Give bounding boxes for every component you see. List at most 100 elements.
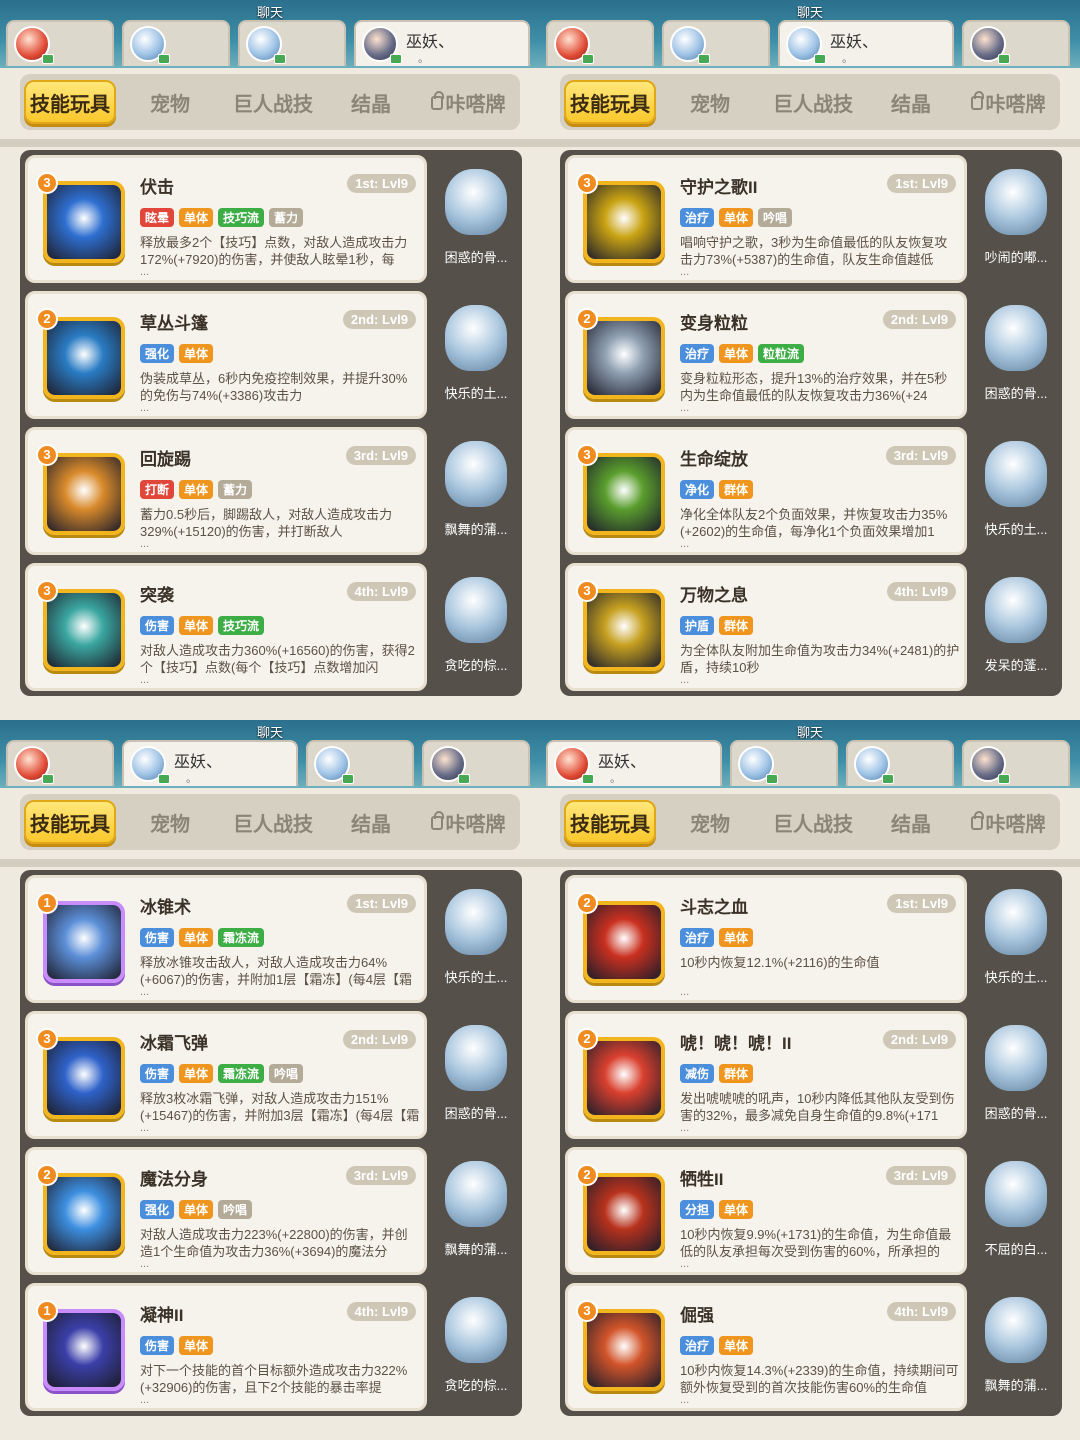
avatar-tab[interactable]: 巫妖、。 bbox=[778, 20, 954, 66]
tab-0[interactable]: 技能玩具 bbox=[564, 80, 656, 124]
tab-label: 结晶 bbox=[351, 93, 391, 116]
skill-card[interactable]: 3 万物之息 4th: Lvl9 护盾 群体 为全体队友附加生命值为攻击力34%(+248… bbox=[565, 563, 967, 691]
more-ellipsis: ... bbox=[140, 1122, 150, 1134]
pet-slot[interactable]: 困惑的骨... bbox=[432, 1011, 518, 1139]
skill-icon[interactable] bbox=[43, 1173, 125, 1255]
skill-icon[interactable] bbox=[583, 1309, 665, 1391]
skill-icon[interactable] bbox=[43, 1037, 125, 1119]
skill-card[interactable]: UP2 牺牲II 3rd: Lvl9 分担单体 10秒内恢复9.9%(+1731)的生命… bbox=[565, 1147, 967, 1275]
tab-2[interactable]: 巨人战技 bbox=[764, 80, 862, 124]
avatar-tab[interactable] bbox=[306, 740, 414, 786]
tab-1[interactable]: 宠物 bbox=[656, 80, 764, 124]
skill-card[interactable]: UP3 守护之歌II 1st: Lvl9 治疗单体吟唱唱响守护之歌，3秒为生命值最低的… bbox=[565, 155, 967, 283]
chat-label[interactable]: 聊天 bbox=[0, 2, 540, 21]
skill-tag: 单体 bbox=[179, 1200, 214, 1219]
pet-slot[interactable]: 快乐的土... bbox=[432, 875, 518, 1003]
pet-slot[interactable]: 飘舞的蒲... bbox=[972, 1283, 1058, 1411]
pet-slot[interactable]: 飘舞的蒲... bbox=[432, 1147, 518, 1275]
level-badge: 3 bbox=[576, 172, 598, 194]
skill-card[interactable]: 2 草丛斗篷 2nd: Lvl9 强化 单体 伪装成草丛，6秒内免疫控制效果，并提升30%… bbox=[25, 291, 427, 419]
skill-card[interactable]: 2 斗志之血 1st: Lvl9 治疗 单体 10秒内恢复12.1%(+2116)的生命值… bbox=[565, 875, 967, 1003]
skill-tag: 治疗 bbox=[680, 344, 715, 363]
skill-card[interactable]: 3 伏击 1st: Lvl9 眩晕 单体 技巧流 蓄力 释放最多2个【技巧】点数，对敌人造成攻… bbox=[25, 155, 427, 283]
skill-card[interactable]: 2 变身粒粒 2nd: Lvl9 治疗 单体 粒粒流 变身粒粒形态，提升13%的治疗效果，并… bbox=[565, 291, 967, 419]
skill-icon[interactable] bbox=[43, 181, 125, 263]
tab-3[interactable]: 结晶 bbox=[862, 80, 960, 124]
pet-slot[interactable]: 困惑的骨... bbox=[432, 155, 518, 283]
tab-2[interactable]: 巨人战技 bbox=[224, 80, 322, 124]
avatar-tab[interactable] bbox=[422, 740, 530, 786]
chat-label[interactable]: 聊天 bbox=[0, 722, 540, 741]
pet-icon bbox=[445, 441, 507, 507]
skill-icon[interactable] bbox=[583, 453, 665, 535]
chat-label[interactable]: 聊天 bbox=[540, 722, 1080, 741]
skill-card[interactable]: 3 倔强 4th: Lvl9 治疗 单体 10秒内恢复14.3%(+2339)的生命值，持… bbox=[565, 1283, 967, 1411]
tab-1[interactable]: 宠物 bbox=[116, 80, 224, 124]
avatar-tab[interactable]: 巫妖、。 bbox=[546, 740, 722, 786]
skill-icon[interactable] bbox=[43, 317, 125, 399]
pet-slot[interactable]: 贪吃的棕... bbox=[432, 1283, 518, 1411]
skill-card[interactable]: 3 突袭 4th: Lvl9 伤害 单体 技巧流 对敌人造成攻击力360%(+16560)的… bbox=[25, 563, 427, 691]
avatar-tabs: 巫妖、。 bbox=[546, 20, 1070, 68]
avatar-tab[interactable] bbox=[238, 20, 346, 66]
skill-card[interactable]: UP1 凝神II 4th: Lvl9 伤害单体对下一个技能的首个目标额外造成攻击力32… bbox=[25, 1283, 427, 1411]
tab-0[interactable]: 技能玩具 bbox=[24, 80, 116, 124]
skill-list: 1 冰锥术 1st: Lvl9 伤害 单体 霜冻流 释放冰锥攻击敌人，对敌人造成攻击力64%… bbox=[20, 870, 522, 1416]
skill-icon[interactable] bbox=[583, 317, 665, 399]
avatar-tab[interactable] bbox=[6, 740, 114, 786]
tab-1[interactable]: 宠物 bbox=[116, 800, 224, 844]
skill-icon[interactable]: UP bbox=[583, 1173, 665, 1255]
skill-icon[interactable]: UP bbox=[583, 1037, 665, 1119]
skill-icon[interactable] bbox=[583, 901, 665, 983]
skill-card[interactable]: 2 魔法分身 3rd: Lvl9 强化 单体 吟唱 对敌人造成攻击力223%(+22800)… bbox=[25, 1147, 427, 1275]
skill-list: 3 伏击 1st: Lvl9 眩晕 单体 技巧流 蓄力 释放最多2个【技巧】点数，对敌人造成攻… bbox=[20, 150, 522, 696]
tab-2[interactable]: 巨人战技 bbox=[764, 800, 862, 844]
skill-card[interactable]: 1 冰锥术 1st: Lvl9 伤害 单体 霜冻流 释放冰锥攻击敌人，对敌人造成攻击力64%… bbox=[25, 875, 427, 1003]
pet-slot[interactable]: 飘舞的蒲... bbox=[432, 427, 518, 555]
pet-slot[interactable]: 发呆的蓬... bbox=[972, 563, 1058, 691]
skill-icon[interactable] bbox=[43, 901, 125, 983]
skill-rank: 2nd: Lvl9 bbox=[882, 310, 956, 329]
tab-4[interactable]: 咔嗒牌 bbox=[960, 80, 1056, 124]
pet-slot[interactable]: 不屈的白... bbox=[972, 1147, 1058, 1275]
pet-slot[interactable]: 快乐的土... bbox=[972, 875, 1058, 1003]
pet-name: 发呆的蓬... bbox=[984, 658, 1048, 673]
tab-0[interactable]: 技能玩具 bbox=[24, 800, 116, 844]
avatar-tab[interactable]: 巫妖、。 bbox=[122, 740, 298, 786]
skill-icon[interactable]: UP bbox=[583, 181, 665, 263]
tab-bar: 技能玩具 宠物 巨人战技 结晶 咔嗒牌 bbox=[20, 74, 520, 130]
skill-card[interactable]: 3 回旋踢 3rd: Lvl9 打断 单体 蓄力 蓄力0.5秒后，脚踢敌人，对敌人造成攻击力… bbox=[25, 427, 427, 555]
skill-card[interactable]: UP2 唬！唬！唬！II 2nd: Lvl9 减伤群体发出唬唬唬的吼声，10秒内降低其… bbox=[565, 1011, 967, 1139]
avatar-tab[interactable] bbox=[846, 740, 954, 786]
chat-label[interactable]: 聊天 bbox=[540, 2, 1080, 21]
avatar-tab[interactable] bbox=[962, 20, 1070, 66]
tab-3[interactable]: 结晶 bbox=[322, 80, 420, 124]
tab-1[interactable]: 宠物 bbox=[656, 800, 764, 844]
skill-card[interactable]: 3 生命绽放 3rd: Lvl9 净化 群体 净化全体队友2个负面效果，并恢复攻击力35%… bbox=[565, 427, 967, 555]
tab-0[interactable]: 技能玩具 bbox=[564, 800, 656, 844]
avatar-tab[interactable] bbox=[546, 20, 654, 66]
pet-slot[interactable]: 吵闹的嘟... bbox=[972, 155, 1058, 283]
pet-slot[interactable]: 贪吃的棕... bbox=[432, 563, 518, 691]
avatar-tab[interactable]: 巫妖、。 bbox=[354, 20, 530, 66]
avatar-tab[interactable] bbox=[6, 20, 114, 66]
skill-card[interactable]: 3 冰霜飞弹 2nd: Lvl9 伤害 单体 霜冻流 吟唱 释放3枚冰霜飞弹，对敌人造成攻击力… bbox=[25, 1011, 427, 1139]
skill-icon[interactable] bbox=[583, 589, 665, 671]
tab-4[interactable]: 咔嗒牌 bbox=[420, 800, 516, 844]
avatar-tab[interactable] bbox=[662, 20, 770, 66]
pet-slot[interactable]: 快乐的土... bbox=[972, 427, 1058, 555]
avatar-tab[interactable] bbox=[122, 20, 230, 66]
tab-4[interactable]: 咔嗒牌 bbox=[960, 800, 1056, 844]
avatar-tab[interactable] bbox=[730, 740, 838, 786]
skill-icon[interactable]: UP bbox=[43, 1309, 125, 1391]
skill-icon[interactable] bbox=[43, 453, 125, 535]
pet-slot[interactable]: 困惑的骨... bbox=[972, 291, 1058, 419]
pet-slot[interactable]: 困惑的骨... bbox=[972, 1011, 1058, 1139]
avatar-tab[interactable] bbox=[962, 740, 1070, 786]
skill-icon[interactable] bbox=[43, 589, 125, 671]
tab-3[interactable]: 结晶 bbox=[322, 800, 420, 844]
pet-slot[interactable]: 快乐的土... bbox=[432, 291, 518, 419]
tab-2[interactable]: 巨人战技 bbox=[224, 800, 322, 844]
tab-4[interactable]: 咔嗒牌 bbox=[420, 80, 516, 124]
tab-3[interactable]: 结晶 bbox=[862, 800, 960, 844]
